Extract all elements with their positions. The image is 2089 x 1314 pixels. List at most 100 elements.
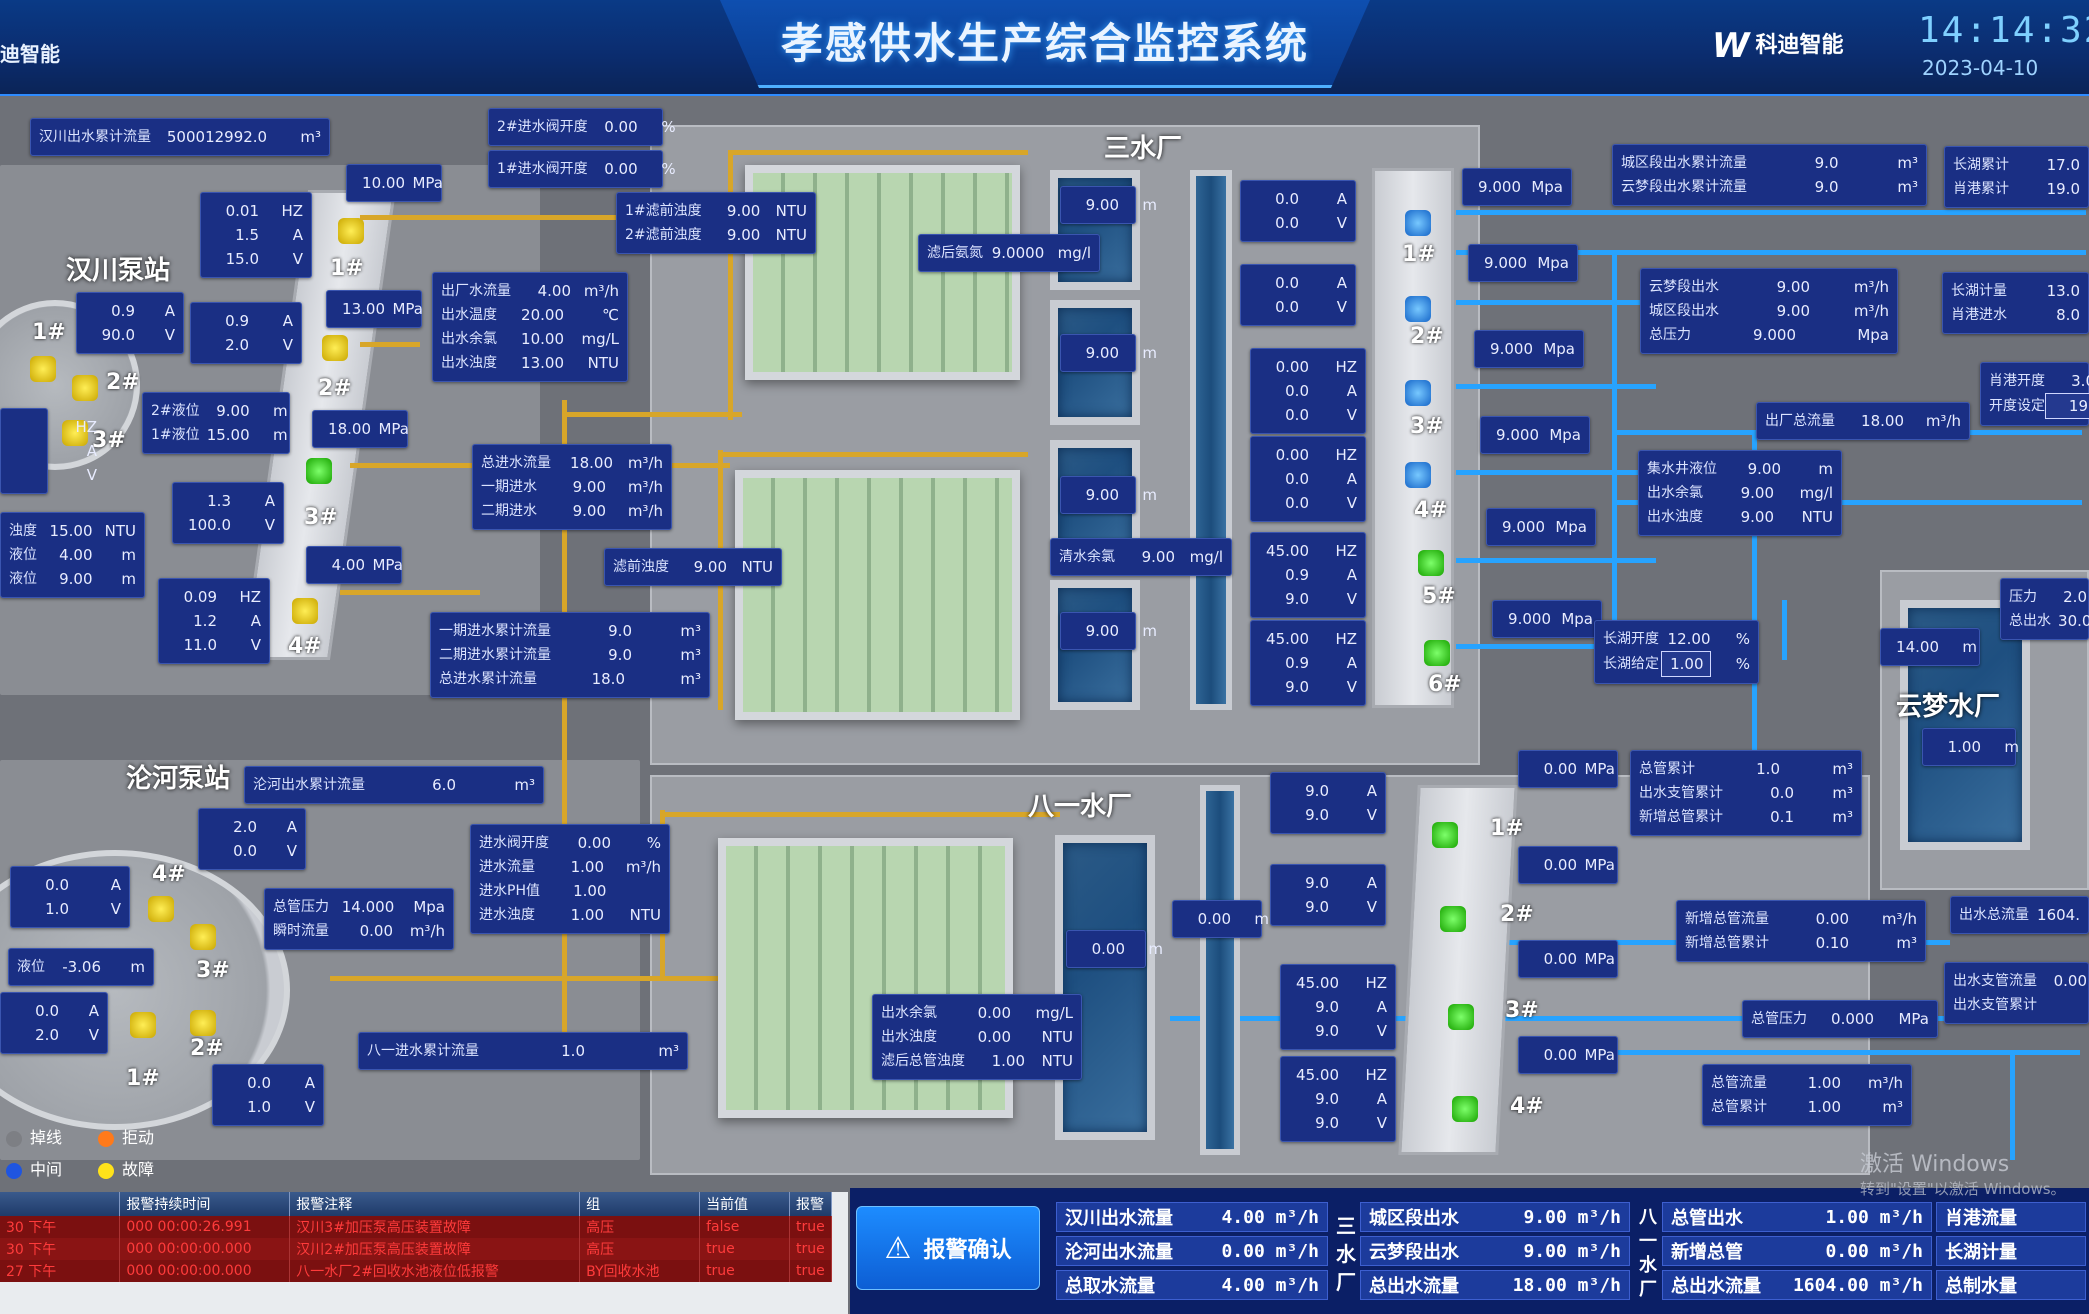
ss-pump-3-box-row: 0.0 A	[1259, 379, 1357, 403]
well-box: 集水井液位 9.00 m 出水余氯 9.00 mg/l 出水浊度 9.00 NTU	[1638, 450, 1842, 536]
hc-pump-4[interactable]	[292, 598, 318, 624]
by-pump-2[interactable]	[1440, 906, 1466, 932]
hc-level-box-unit: m	[273, 402, 288, 420]
lh-pump-low-box: 0.0 A 2.0 V	[0, 992, 108, 1054]
v2-open-box: 2#进水阀开度 0.00%	[488, 108, 676, 146]
hc-tank-tag-2: 2#	[106, 370, 140, 395]
by-out-box: 出水余氯 0.00 mg/L 出水浊度 0.00 NTU 滤后总管浊度 1.00 NTU	[872, 994, 1082, 1080]
ss-pump-5[interactable]	[1418, 550, 1444, 576]
ss-pump-5-box-row: 9.0 V	[1259, 587, 1357, 611]
v1-open-box-unit: %	[661, 160, 676, 178]
by-pump-2-box-row: 9.0 V	[1279, 895, 1377, 919]
by-pump-4[interactable]	[1452, 1096, 1478, 1122]
ss-pool-2-box-row: 9.00 m	[1069, 341, 1157, 365]
alarm-col-note[interactable]: 报警注释	[289, 1192, 581, 1216]
city-total-box-value: 9.0	[1814, 154, 1839, 172]
changhu-box-row: 长湖开度 12.00%	[1603, 627, 1750, 651]
right3-box-input[interactable]: 19	[2045, 393, 2089, 419]
alarm-col-group[interactable]: 组	[579, 1192, 701, 1216]
well-box-value: 9.00	[1740, 508, 1774, 526]
clear-cl-box-key: 清水余氯	[1059, 549, 1115, 565]
hc-pump-3[interactable]	[306, 458, 332, 484]
by-pump-4-box-value: 9.0	[1315, 1090, 1339, 1108]
hc-left-2: HZ A V	[0, 408, 97, 494]
lh-pump-low-box-unit: V	[88, 1026, 99, 1044]
alarm-col-value[interactable]: 当前值	[699, 1192, 790, 1216]
hc-pump-1[interactable]	[338, 218, 364, 244]
by-pump-3[interactable]	[1448, 1004, 1474, 1030]
right-press-box-value: 2.0	[2063, 588, 2087, 606]
pre-turb-box-key: 1#滤前浊度	[625, 203, 702, 219]
ss-pump-3-box-unit: A	[1346, 382, 1357, 400]
changhu-box-input[interactable]: 1.00	[1660, 651, 1711, 677]
ss-pump-2-box-unit: A	[1336, 274, 1347, 292]
by-in-box-value: 1.00	[573, 882, 607, 900]
ss-pump-6-box-row: 45.00 HZ	[1259, 627, 1357, 651]
lh-pump-1[interactable]	[130, 1012, 156, 1038]
ss-mpa-2-box-unit: Mpa	[1537, 254, 1569, 272]
by-pump-4-box-row: 9.0 A	[1289, 1087, 1387, 1111]
ss-mpa-6-box-value: 9.000	[1508, 610, 1551, 628]
alarm-ack-button[interactable]: ⚠ 报警确认	[856, 1206, 1040, 1290]
alarm-cell: false	[699, 1216, 790, 1238]
ss-pump-3[interactable]	[1405, 380, 1431, 406]
hc-pump-2[interactable]	[322, 335, 348, 361]
out-plant-box-value: 13.00	[521, 354, 564, 372]
hc-total-box-key: 汉川出水累计流量	[39, 129, 151, 145]
out-plant-box-key: 出水温度	[441, 307, 497, 323]
alarm-cell: true	[789, 1216, 833, 1238]
new-main-box-value: 0.10	[1815, 934, 1849, 952]
out-plant-box-key: 出水余氯	[441, 331, 497, 347]
stat-sanshui-value: 18.00 m³/h	[1512, 1274, 1621, 1296]
alarm-col-0[interactable]	[0, 1192, 121, 1216]
right-press-box-value: 30.00	[2058, 612, 2089, 630]
by-out-box-row: 滤后总管浊度 1.00 NTU	[881, 1049, 1073, 1073]
changhu-box-unit: %	[1735, 630, 1750, 648]
stat-intake-value: 4.00 m³/h	[1221, 1206, 1319, 1228]
ss-mpa-6-box-row: 9.000 Mpa	[1501, 607, 1593, 631]
table-row[interactable]: 27 下午 000 00:00:00.000 八一水厂2#回收水池液位低报警 BY回收…	[0, 1260, 833, 1282]
hc-mpa-4-row: 4.00 MPa	[315, 553, 403, 577]
hc-tank-pump-2[interactable]	[72, 375, 98, 401]
ss-pump-4-box-value: 0.0	[1285, 470, 1309, 488]
hc-mpa-1: 10.00 MPa	[346, 164, 443, 202]
ss-pool-2-box-value: 9.00	[1085, 344, 1119, 362]
hc-tank-pump-1[interactable]	[30, 356, 56, 382]
right3-box-key: 肖港开度	[1989, 373, 2045, 389]
ss-pump-1[interactable]	[1405, 210, 1431, 236]
lh-pump-btm-box-row: 1.0 V	[221, 1095, 315, 1119]
hc-pump-1-box-value: 0.01	[225, 202, 259, 220]
ss-mpa-1-box: 9.000 Mpa	[1462, 168, 1572, 206]
lh-pump-top-box-row: 0.0 V	[207, 839, 297, 863]
alarm-col-alarm[interactable]: 报警	[789, 1192, 833, 1216]
pipe	[660, 812, 1060, 817]
table-row[interactable]: 30 下午 000 00:00:26.991 汉川3#加压泵高压装置故障 高压 fals…	[0, 1216, 833, 1238]
lh-pump-2[interactable]	[190, 1010, 216, 1036]
lh-pump-4[interactable]	[148, 896, 174, 922]
by-pump-1[interactable]	[1432, 822, 1458, 848]
inflow-box-key: 二期进水	[481, 503, 537, 519]
hanchuan-label: 汉川泵站	[66, 256, 171, 286]
ss-pool-2-box: 9.00 m	[1060, 334, 1157, 372]
ss-mpa-5-box: 9.000 Mpa	[1486, 508, 1596, 546]
hc-pump-1-box-unit: V	[292, 250, 303, 268]
v2-open-box-unit: %	[661, 118, 676, 136]
main-flow-box-value: 1.00	[1807, 1098, 1841, 1116]
table-row[interactable]: 30 下午 000 00:00:00.000 汉川2#加压泵高压装置故障 高压 true…	[0, 1238, 833, 1260]
alarm-cell: 汉川2#加压泵高压装置故障	[289, 1238, 581, 1260]
ss-pump-2[interactable]	[1405, 296, 1431, 322]
alarm-col-duration[interactable]: 报警持续时间	[119, 1192, 291, 1216]
hc-mpa-2: 13.00 MPa	[326, 290, 423, 328]
ss-pump-4[interactable]	[1405, 462, 1431, 488]
ss-mpa-3-box-unit: Mpa	[1543, 340, 1575, 358]
well-box-value: 9.00	[1747, 460, 1781, 478]
by-pump-3-box-value: 45.00	[1296, 974, 1339, 992]
hc-pump-4-box: 0.09 HZ 1.2 A 11.0 V	[158, 578, 270, 664]
main-press-box-row: 总管压力 0.000 MPa	[1751, 1007, 1929, 1031]
lh-pump-3[interactable]	[190, 924, 216, 950]
by-pump-1-box-value: 9.0	[1305, 782, 1329, 800]
ss-pump-6-box-value: 45.00	[1266, 630, 1309, 648]
lh-pump-top-box-value: 0.0	[233, 842, 257, 860]
by-cumul-box: 八一进水累计流量 1.0 m³	[358, 1032, 688, 1070]
ss-pump-6[interactable]	[1424, 640, 1450, 666]
